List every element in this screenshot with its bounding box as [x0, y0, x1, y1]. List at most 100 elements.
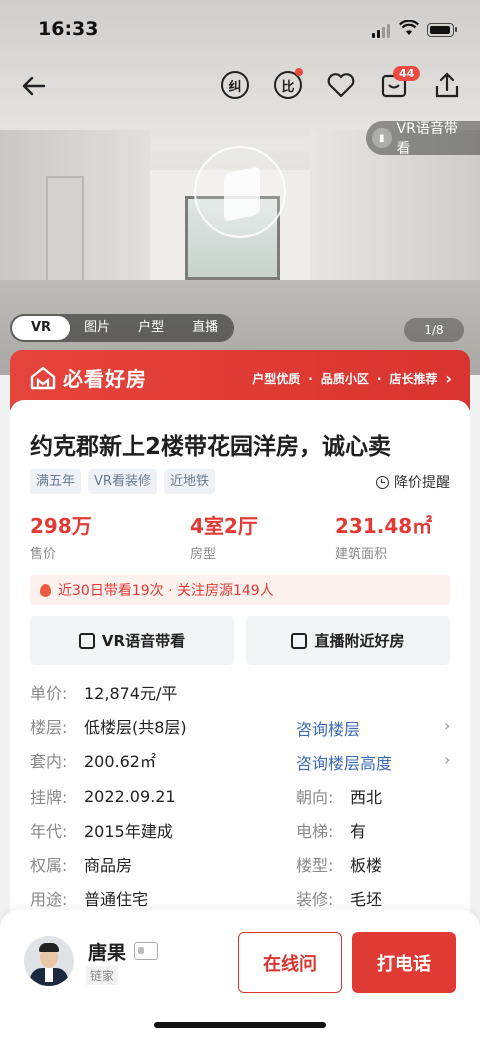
detail-value: 普通住宅 [84, 890, 149, 909]
chevron-right-icon: › [445, 369, 452, 388]
back-arrow-icon[interactable] [18, 70, 50, 102]
signal-icon [372, 24, 392, 38]
home-indicator [154, 1022, 326, 1028]
detail-elevator: 电梯: 有 [296, 818, 366, 842]
message-count-badge: 44 [393, 66, 421, 81]
price-alert-label: 降价提醒 [394, 475, 450, 491]
photo-counter: 1/8 [404, 318, 464, 342]
ask-floor-link[interactable]: 咨询楼层 [296, 716, 360, 740]
detail-value: 西北 [350, 788, 383, 807]
price-label: 售价 [30, 547, 57, 562]
banner-title: 必看好房 [63, 367, 147, 391]
detail-label: 楼层: [30, 718, 68, 737]
battery-icon [427, 23, 457, 37]
new-dot [295, 68, 303, 76]
favorite-heart-icon[interactable] [324, 68, 358, 102]
detail-unit-price: 单价: 12,874元/平 [30, 680, 177, 704]
detail-value: 有 [350, 822, 367, 841]
area-value: 231.48㎡ [335, 514, 433, 538]
tab-photos[interactable]: 图片 [70, 316, 124, 340]
banner-tag: 品质小区 [320, 372, 369, 386]
detail-orientation: 朝向: 西北 [296, 784, 382, 808]
tab-floorplan[interactable]: 户型 [124, 316, 178, 340]
tab-live[interactable]: 直播 [178, 316, 232, 340]
listing-tag: 近地铁 [163, 469, 215, 494]
agent-name: 唐果 [88, 942, 127, 964]
ask-floor-height-link[interactable]: 咨询楼层高度 [296, 750, 392, 774]
detail-ownership: 权属: 商品房 [30, 852, 132, 876]
listing-tag: 满五年 [30, 469, 82, 494]
tab-vr[interactable]: VR [12, 316, 71, 340]
banner-tag: 店长推荐 [389, 372, 438, 386]
stat-price: 298万 售价 [30, 510, 92, 562]
detail-label: 用途: [30, 890, 68, 909]
detail-usage: 用途: 普通住宅 [30, 886, 148, 910]
alarm-clock-icon [376, 475, 389, 489]
live-play-icon [291, 632, 308, 649]
area-label: 建筑面积 [335, 547, 388, 562]
listing-title: 约克郡新上2楼带花园洋房，诚心卖 [30, 434, 392, 460]
detail-value: 200.62㎡ [84, 752, 156, 771]
chevron-right-icon[interactable]: › [444, 750, 450, 769]
detail-listed-date: 挂牌: 2022.09.21 [30, 784, 176, 808]
stat-area: 231.48㎡ 建筑面积 [335, 510, 432, 562]
agent-contact-bar: 唐果 链家 在线问 打电话 [0, 910, 480, 1039]
vr-voice-tour-label: VR语音带看 [101, 632, 186, 650]
visit-stats-text: 近30日带看19次 · 关注房源149人 [58, 583, 274, 599]
live-nearby-label: 直播附近好房 [314, 632, 405, 650]
detail-value: 毛坯 [350, 890, 383, 909]
call-button[interactable]: 打电话 [352, 932, 456, 993]
detail-label: 朝向: [296, 788, 334, 807]
price-value: 298万 [30, 514, 92, 538]
banner-tags: 户型优质 · 品质小区 · 店长推荐 › [252, 369, 452, 388]
detail-building-type: 楼型: 板楼 [296, 852, 382, 876]
detail-label: 年代: [30, 822, 68, 841]
detail-value: 2015年建成 [84, 822, 173, 841]
detail-value: 低楼层(共8层) [84, 718, 187, 737]
vr-voice-guide-button[interactable]: ▮ VR语音带看 [366, 121, 480, 157]
vr-voice-tour-button[interactable]: VR语音带看 [30, 616, 234, 665]
price-alert-button[interactable]: 降价提醒 [376, 472, 450, 492]
wifi-icon [399, 20, 419, 35]
visit-stats-bar: 近30日带看19次 · 关注房源149人 [30, 575, 450, 605]
live-nearby-button[interactable]: 直播附近好房 [246, 616, 450, 665]
detail-label: 单价: [30, 684, 68, 703]
detail-label: 装修: [296, 890, 334, 909]
detail-value: 商品房 [84, 856, 133, 875]
compare-button[interactable]: 比 [271, 68, 305, 102]
layout-value: 4室2厅 [190, 514, 258, 538]
detail-value: 12,874元/平 [84, 684, 178, 703]
listing-tag: VR看装修 [88, 469, 157, 494]
vr-play-icon: ▮ [372, 128, 392, 148]
flame-icon [40, 583, 51, 597]
detail-inner-area: 套内: 200.62㎡ [30, 748, 156, 772]
listing-tags: 满五年 VR看装修 近地铁 [30, 469, 215, 494]
layout-label: 房型 [190, 547, 217, 562]
banner-tag: 户型优质 [252, 372, 301, 386]
report-error-button[interactable]: 纠 [218, 68, 252, 102]
media-tabs: VR 图片 户型 直播 [10, 314, 235, 342]
vr-hotspot-icon[interactable] [194, 146, 286, 238]
key-stats: 298万 售价 4室2厅 房型 231.48㎡ 建筑面积 [30, 510, 450, 562]
stat-layout: 4室2厅 房型 [190, 510, 258, 562]
vr-guide-label: VR语音带看 [396, 121, 458, 157]
detail-label: 电梯: [296, 822, 334, 841]
detail-label: 挂牌: [30, 788, 68, 807]
detail-floor: 楼层: 低楼层(共8层) [30, 714, 187, 738]
detail-label: 权属: [30, 856, 68, 875]
online-chat-button[interactable]: 在线问 [238, 932, 342, 993]
detail-decoration: 装修: 毛坯 [296, 886, 382, 910]
status-bar: 16:33 [0, 0, 480, 56]
correct-icon: 纠 [221, 71, 249, 99]
status-time: 16:33 [38, 18, 99, 40]
detail-label: 楼型: [296, 856, 334, 875]
business-card-icon[interactable] [134, 942, 158, 960]
must-see-logo-icon [30, 366, 56, 390]
listing-card: 约克郡新上2楼带花园洋房，诚心卖 满五年 VR看装修 近地铁 降价提醒 298万… [10, 400, 470, 960]
agent-company: 链家 [86, 966, 119, 985]
chevron-right-icon[interactable]: › [444, 716, 450, 735]
detail-value: 2022.09.21 [84, 786, 176, 806]
detail-year: 年代: 2015年建成 [30, 818, 173, 842]
share-icon[interactable] [430, 68, 464, 102]
agent-avatar[interactable] [24, 936, 74, 986]
